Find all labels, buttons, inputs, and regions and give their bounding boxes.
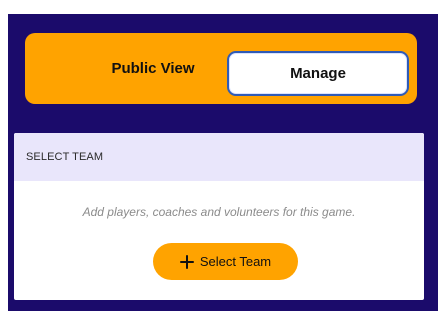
select-team-button[interactable]: Select Team [153,243,298,280]
public-view-tab[interactable]: Public View [59,33,247,104]
select-team-label: Select Team [199,254,272,269]
card-header: SELECT TEAM [14,133,424,181]
screen-frame: Public View Manage SELECT TEAM Add playe… [0,0,438,311]
helper-text: Add players, coaches and volunteers for … [82,205,356,219]
manage-tab[interactable]: Manage [227,51,409,96]
card-header-title: SELECT TEAM [26,151,104,163]
select-team-card: SELECT TEAM Add players, coaches and vol… [14,133,424,300]
plus-icon [179,254,194,269]
